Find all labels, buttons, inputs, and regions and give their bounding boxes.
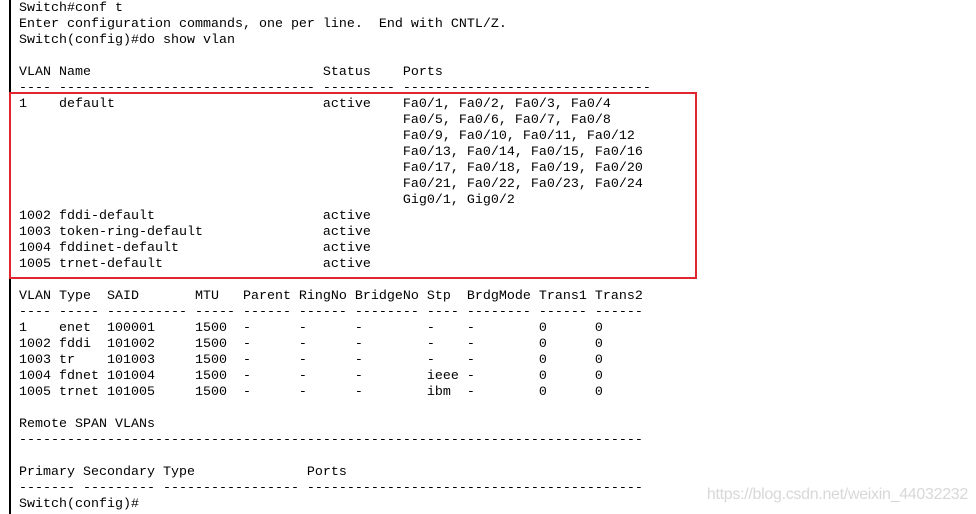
vlan-table-highlight-box xyxy=(9,92,697,279)
terminal-line: Enter configuration commands, one per li… xyxy=(19,17,507,32)
terminal-line: ---- ----- ---------- ----- ------ -----… xyxy=(19,305,643,320)
terminal-line: Switch(config)#do show vlan xyxy=(19,33,235,48)
terminal-line: ------- --------- ----------------- ----… xyxy=(19,481,643,496)
terminal-line: 1 enet 100001 1500 - - - - - 0 0 xyxy=(19,321,603,336)
terminal-line: Switch#conf t xyxy=(19,1,123,16)
terminal-line: ----------------------------------------… xyxy=(19,433,643,448)
terminal-line: Primary Secondary Type Ports xyxy=(19,465,347,480)
terminal-line: 1002 fddi 101002 1500 - - - - - 0 0 xyxy=(19,337,603,352)
terminal-line: VLAN Name Status Ports xyxy=(19,65,443,80)
terminal-line: Switch(config)# xyxy=(19,497,139,512)
terminal-line: VLAN Type SAID MTU Parent RingNo BridgeN… xyxy=(19,289,643,304)
terminal-line: 1004 fdnet 101004 1500 - - - ieee - 0 0 xyxy=(19,369,603,384)
terminal-line: Remote SPAN VLANs xyxy=(19,417,155,432)
watermark: https://blog.csdn.net/weixin_44032232 xyxy=(706,486,968,503)
terminal-line: 1005 trnet 101005 1500 - - - ibm - 0 0 xyxy=(19,385,603,400)
terminal-line: 1003 tr 101003 1500 - - - - - 0 0 xyxy=(19,353,603,368)
